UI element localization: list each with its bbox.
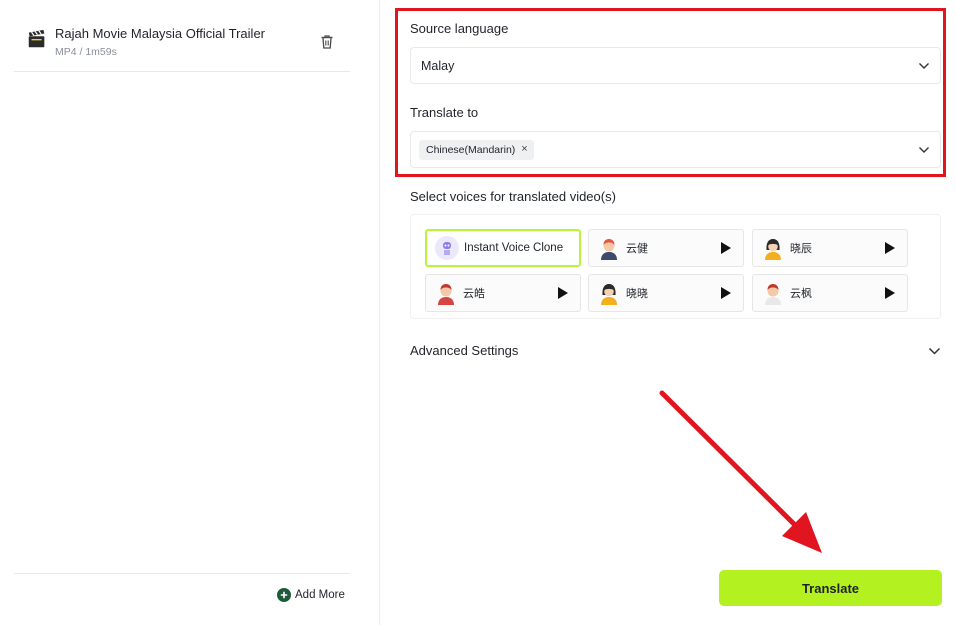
voice-name: 晓晓: [626, 288, 648, 300]
male-avatar-icon: [765, 284, 781, 305]
voice-card[interactable]: 晓辰: [752, 229, 908, 267]
translate-button[interactable]: Translate: [719, 570, 942, 606]
advanced-settings-toggle[interactable]: Advanced Settings: [410, 334, 943, 368]
voice-card[interactable]: 晓晓: [588, 274, 744, 312]
advanced-settings-label: Advanced Settings: [410, 343, 519, 358]
file-list-item[interactable]: Rajah Movie Malaysia Official Trailer MP…: [14, 14, 350, 72]
clapperboard-icon: [28, 29, 45, 48]
play-icon[interactable]: [558, 287, 568, 299]
male-avatar-icon: [601, 239, 617, 260]
play-icon[interactable]: [885, 242, 895, 254]
male-avatar-icon: [438, 284, 454, 305]
chevron-down-icon: [928, 347, 941, 355]
female-avatar-icon: [601, 284, 617, 305]
voice-card[interactable]: 云枫: [752, 274, 908, 312]
female-avatar-icon: [765, 239, 781, 260]
highlight-annotation-box: [395, 8, 946, 177]
voice-card[interactable]: 云健: [588, 229, 744, 267]
play-icon[interactable]: [721, 242, 731, 254]
voice-name: 晓辰: [790, 243, 812, 255]
voice-card[interactable]: 云皓: [425, 274, 581, 312]
voices-label: Select voices for translated video(s): [410, 189, 616, 204]
play-icon[interactable]: [721, 287, 731, 299]
add-more-button[interactable]: Add More: [277, 588, 345, 602]
robot-avatar-icon: [435, 236, 459, 260]
file-list-panel: Rajah Movie Malaysia Official Trailer MP…: [0, 0, 380, 625]
voice-name: Instant Voice Clone: [464, 242, 564, 254]
divider: [14, 573, 350, 574]
voice-name: 云皓: [463, 288, 485, 300]
voice-name: 云健: [626, 243, 648, 255]
plus-circle-icon: [277, 588, 291, 602]
trash-icon[interactable]: [320, 34, 334, 50]
voices-panel: Instant Voice Clone 云健 晓辰 云皓 晓晓 云枫: [410, 214, 941, 319]
file-title: Rajah Movie Malaysia Official Trailer: [55, 26, 265, 41]
play-icon[interactable]: [885, 287, 895, 299]
file-meta: MP4 / 1m59s: [55, 46, 117, 58]
add-more-label: Add More: [295, 589, 345, 601]
voice-name: 云枫: [790, 288, 812, 300]
voice-card-instant-voice-clone[interactable]: Instant Voice Clone: [425, 229, 581, 267]
